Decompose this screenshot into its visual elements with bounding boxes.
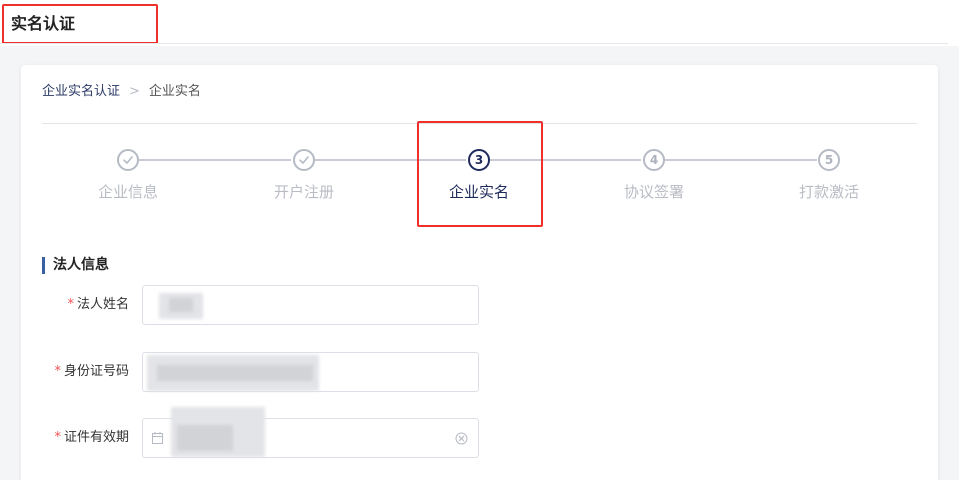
required-mark: *: [54, 364, 61, 379]
content-card: 企业实名认证 > 企业实名 企业信息 开户注册 3 企业实名 4 协议签署 5 …: [21, 65, 938, 480]
id-validity-label-text: 证件有效期: [63, 430, 129, 445]
step-2-check-icon: [293, 149, 315, 171]
step-label-2: 开户注册: [273, 183, 334, 201]
form-row-legal-name: * 法人姓名: [21, 285, 938, 325]
annotation-box-current-step: [417, 121, 543, 227]
redacted-value: [169, 298, 193, 312]
header-divider: [0, 43, 948, 44]
redacted-value: [177, 425, 233, 451]
page-header: 实名认证: [0, 0, 959, 46]
step-label-5: 打款激活: [798, 183, 859, 201]
step-connector: [665, 159, 817, 161]
required-mark: *: [67, 297, 74, 312]
id-validity-label: * 证件有效期: [54, 429, 129, 447]
section-title-legal-person: 法人信息: [42, 257, 109, 274]
step-5-number: 5: [818, 149, 840, 171]
legal-name-label: * 法人姓名: [67, 296, 129, 314]
step-4-number: 4: [643, 149, 665, 171]
step-connector: [139, 159, 291, 161]
annotation-box-title: [2, 4, 158, 44]
calendar-icon: [152, 432, 163, 444]
required-mark: *: [54, 430, 61, 445]
clear-icon[interactable]: [455, 432, 468, 445]
id-number-label-text: 身份证号码: [63, 364, 129, 379]
step-1-check-icon: [117, 149, 139, 171]
id-number-label: * 身份证号码: [54, 363, 129, 381]
form-row-id-validity: * 证件有效期: [21, 407, 938, 458]
id-validity-date-picker[interactable]: [142, 407, 479, 458]
redacted-value: [157, 365, 313, 381]
form-row-id-number: * 身份证号码: [21, 352, 938, 392]
step-label-4: 协议签署: [623, 183, 684, 201]
step-label-1: 企业信息: [97, 183, 158, 201]
progress-steps: 企业信息 开户注册 3 企业实名 4 协议签署 5 打款激活: [21, 65, 938, 227]
id-number-input[interactable]: [142, 352, 479, 392]
legal-name-label-text: 法人姓名: [76, 297, 129, 312]
legal-name-input[interactable]: [142, 285, 479, 325]
